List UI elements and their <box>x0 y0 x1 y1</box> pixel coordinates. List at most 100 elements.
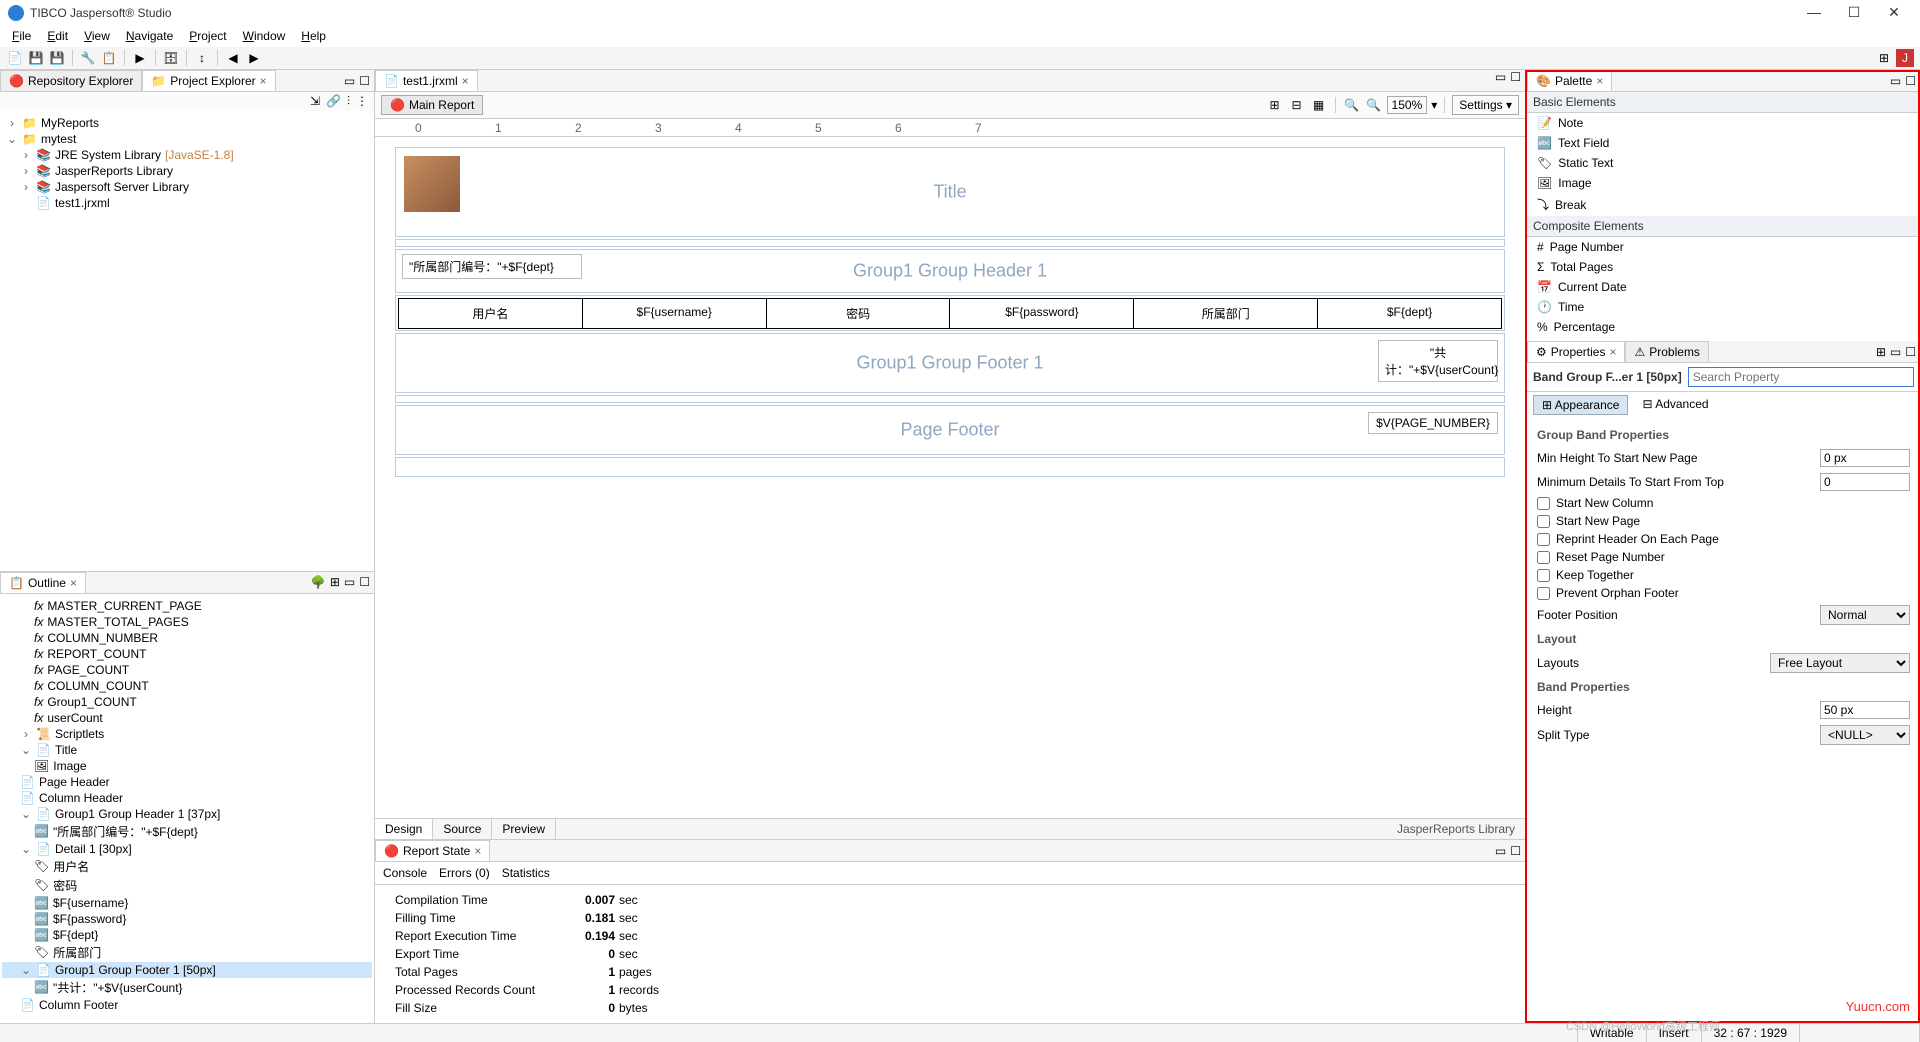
maximize-icon[interactable]: ☐ <box>359 74 370 88</box>
menu-edit[interactable]: Edit <box>41 27 74 45</box>
outline-node[interactable]: ⌄📄 Title <box>2 742 372 758</box>
tab-advanced[interactable]: ⊟ Advanced <box>1634 395 1716 415</box>
max-icon[interactable]: ☐ <box>1510 70 1521 91</box>
build-icon[interactable]: ▶ <box>131 49 149 67</box>
min-icon[interactable]: ▭ <box>1495 70 1506 91</box>
search-property-input[interactable] <box>1688 367 1914 387</box>
palette-item[interactable]: 🖼 Image <box>1527 173 1920 193</box>
view-icon[interactable]: ⊞ <box>330 575 340 589</box>
outline-node[interactable]: 🔤 $F{dept} <box>2 927 372 943</box>
tree-lib[interactable]: ›📚 JRE System Library [JavaSE-1.8] <box>2 147 372 163</box>
menu-icon[interactable]: ⋮ <box>356 94 368 109</box>
grid-icon[interactable]: ▦ <box>1310 96 1328 114</box>
menu-view[interactable]: View <box>78 27 116 45</box>
tab-design[interactable]: Design <box>375 819 433 839</box>
min-icon[interactable]: ▭ <box>1890 74 1901 88</box>
chk-start-new-page[interactable] <box>1537 515 1550 528</box>
outline-node[interactable]: 🏷 密码 <box>2 876 372 895</box>
close-icon[interactable]: × <box>1596 74 1603 88</box>
close-icon[interactable]: × <box>260 74 267 88</box>
min-icon[interactable]: ▭ <box>1495 844 1506 858</box>
palette-section[interactable]: Composite Elements <box>1527 216 1920 237</box>
outline-node[interactable]: ⌄📄 Detail 1 [30px] <box>2 841 372 857</box>
editor-tab[interactable]: 📄 test1.jrxml × <box>375 70 478 91</box>
detail-row[interactable]: 用户名 $F{username} 密码 $F{password} 所属部门 $F… <box>398 298 1502 329</box>
outline-node[interactable]: 🏷 用户名 <box>2 857 372 876</box>
chk-start-new-col[interactable] <box>1537 497 1550 510</box>
cell[interactable]: 密码 <box>767 299 951 328</box>
tree-lib[interactable]: ›📚 JasperReports Library <box>2 163 372 179</box>
menu-help[interactable]: Help <box>295 27 332 45</box>
max-icon[interactable]: ☐ <box>1905 345 1916 359</box>
palette-item[interactable]: # Page Number <box>1527 237 1920 257</box>
close-icon[interactable]: × <box>462 74 469 88</box>
palette-item[interactable]: 📝 Note <box>1527 113 1920 133</box>
sort-icon[interactable]: ↕ <box>193 49 211 67</box>
tab-appearance[interactable]: ⊞ Appearance <box>1533 395 1628 415</box>
outline-node[interactable]: 🔤 "所属部门编号："+$F{dept} <box>2 822 372 841</box>
minimize-button[interactable]: — <box>1804 4 1824 21</box>
save-all-icon[interactable]: 💾 <box>48 49 66 67</box>
palette-item[interactable]: 🔤 Text Field <box>1527 133 1920 153</box>
outline-node[interactable]: 📄 Column Footer <box>2 997 372 1013</box>
outline-node-selected[interactable]: ⌄📄 Group1 Group Footer 1 [50px] <box>2 962 372 978</box>
outline-node[interactable]: 🏷 所属部门 <box>2 943 372 962</box>
cell[interactable]: $F{dept} <box>1318 299 1501 328</box>
outline-node[interactable]: ⌄📄 Group1 Group Header 1 [37px] <box>2 806 372 822</box>
outline-node[interactable]: 🖼 Image <box>2 758 372 774</box>
tool-icon[interactable]: 📋 <box>100 49 118 67</box>
filter-icon[interactable]: ⫶ <box>347 94 350 109</box>
outline-node[interactable]: 📄 Column Header <box>2 790 372 806</box>
close-icon[interactable]: × <box>1609 345 1616 359</box>
outline-node[interactable]: 📄 Page Header <box>2 774 372 790</box>
menu-file[interactable]: File <box>6 27 37 45</box>
max-icon[interactable]: ☐ <box>359 575 370 589</box>
zoom-out-icon[interactable]: 🔍 <box>1343 96 1361 114</box>
tree-folder[interactable]: ›📁 MyReports <box>2 115 372 131</box>
palette-item[interactable]: 📅 Current Date <box>1527 277 1920 297</box>
outline-node[interactable]: 🔤 $F{password} <box>2 911 372 927</box>
sql-icon[interactable]: 🗄 <box>162 49 180 67</box>
outline-var[interactable]: fx userCount <box>2 710 372 726</box>
link-icon[interactable]: 🔗 <box>326 94 341 109</box>
tab-console[interactable]: Console <box>383 866 427 880</box>
footer-pos-select[interactable]: Normal <box>1820 605 1910 625</box>
zoom-in-icon[interactable]: 🔍 <box>1365 96 1383 114</box>
tab-outline[interactable]: 📋 Outline × <box>0 572 86 593</box>
image-element[interactable] <box>404 156 460 212</box>
close-button[interactable]: ✕ <box>1884 4 1904 21</box>
menu-window[interactable]: Window <box>237 27 292 45</box>
tab-statistics[interactable]: Statistics <box>502 866 550 880</box>
close-icon[interactable]: × <box>70 576 77 590</box>
save-icon[interactable]: 💾 <box>27 49 45 67</box>
menu-project[interactable]: Project <box>183 27 232 45</box>
tool-icon[interactable]: 🔧 <box>79 49 97 67</box>
minimize-icon[interactable]: ▭ <box>344 74 355 88</box>
tab-project-explorer[interactable]: 📁 Project Explorer × <box>142 70 275 91</box>
palette-section[interactable]: Basic Elements <box>1527 92 1920 113</box>
tab-report-state[interactable]: 🔴 Report State × <box>375 840 490 861</box>
cell[interactable]: 用户名 <box>399 299 583 328</box>
zoom-input[interactable]: 150% <box>1387 96 1428 114</box>
tree-icon[interactable]: 🌳 <box>311 575 326 589</box>
tab-repository-explorer[interactable]: 🔴 Repository Explorer <box>0 70 142 91</box>
main-report-button[interactable]: 🔴 Main Report <box>381 95 483 115</box>
height-input[interactable] <box>1820 701 1910 719</box>
design-canvas[interactable]: 01234567 Title "所属部门编号："+$F{dept} Group1… <box>375 119 1525 818</box>
max-icon[interactable]: ☐ <box>1510 844 1521 858</box>
tab-source[interactable]: Source <box>433 819 492 839</box>
outline-var[interactable]: fx COLUMN_NUMBER <box>2 630 372 646</box>
nav-icon[interactable]: ▶ <box>245 49 263 67</box>
max-icon[interactable]: ☐ <box>1905 74 1916 88</box>
cell[interactable]: $F{password} <box>950 299 1134 328</box>
min-height-input[interactable] <box>1820 449 1910 467</box>
outline-node[interactable]: ›📜 Scriptlets <box>2 726 372 742</box>
text-element[interactable]: "所属部门编号："+$F{dept} <box>402 254 582 279</box>
cell[interactable]: 所属部门 <box>1134 299 1318 328</box>
collapse-icon[interactable]: ⇲ <box>310 94 320 109</box>
tab-problems[interactable]: ⚠ Problems <box>1625 341 1708 362</box>
outline-node[interactable]: 🔤 $F{username} <box>2 895 372 911</box>
chk-reprint-header[interactable] <box>1537 533 1550 546</box>
palette-item[interactable]: 🕐 Time <box>1527 297 1920 317</box>
split-select[interactable]: <NULL> <box>1820 725 1910 745</box>
